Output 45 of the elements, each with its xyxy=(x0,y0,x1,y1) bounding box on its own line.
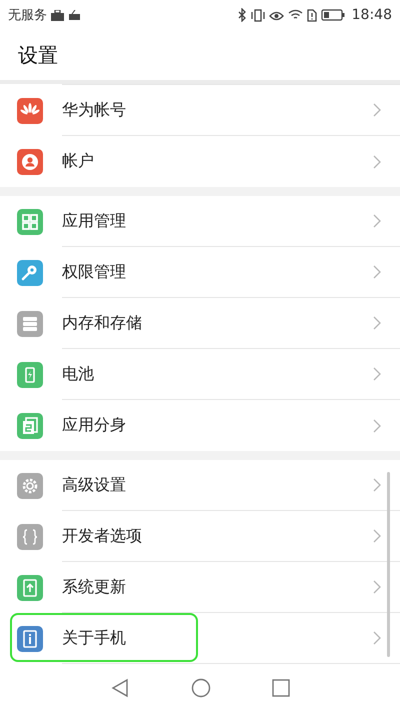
storage-icon xyxy=(17,310,43,336)
bluetooth-icon xyxy=(236,8,247,22)
sim-icon xyxy=(306,8,317,22)
carrier-text: 无服务 xyxy=(8,7,47,24)
chevron-icon xyxy=(373,418,382,432)
briefcase-icon xyxy=(51,10,64,20)
back-icon[interactable] xyxy=(110,678,130,698)
chevron-icon xyxy=(373,214,382,228)
info-icon xyxy=(17,626,43,652)
page-title: 设置 xyxy=(18,42,58,68)
setting-label[interactable]: 开发者选项 xyxy=(62,526,373,546)
chevron-icon xyxy=(373,580,382,594)
vibrate-icon xyxy=(250,8,265,22)
home-icon[interactable] xyxy=(190,678,211,698)
chevron-icon xyxy=(373,265,382,279)
gear-icon xyxy=(17,472,43,498)
petals-icon xyxy=(17,98,43,124)
chevron-icon xyxy=(373,154,382,168)
grid-icon xyxy=(17,208,43,234)
setting-label[interactable]: 电池 xyxy=(62,364,373,384)
chevron-icon xyxy=(373,529,382,543)
chevron-icon xyxy=(373,367,382,381)
phone-upload-icon xyxy=(17,574,43,600)
setting-label[interactable]: 权限管理 xyxy=(62,262,373,282)
clock-text: 18:48 xyxy=(352,7,392,23)
setting-label[interactable]: 高级设置 xyxy=(62,474,373,496)
chevron-icon xyxy=(373,631,382,645)
braces-icon xyxy=(17,524,43,550)
setting-label[interactable]: 帐户 xyxy=(62,151,373,172)
key-icon xyxy=(17,260,43,286)
pages-icon xyxy=(17,412,43,438)
chevron-icon xyxy=(373,478,382,492)
chevron-icon xyxy=(373,316,382,330)
battery-status-icon xyxy=(320,9,345,21)
setting-label[interactable]: 应用分身 xyxy=(62,415,373,436)
chevron-icon xyxy=(373,103,382,117)
setting-label[interactable]: 华为帐号 xyxy=(62,100,373,120)
recents-icon[interactable] xyxy=(272,678,290,696)
setting-label[interactable]: 应用管理 xyxy=(62,210,373,232)
wifi-icon xyxy=(288,9,303,21)
setting-label[interactable]: 内存和存储 xyxy=(62,312,373,334)
person-icon xyxy=(17,148,43,174)
setting-label[interactable]: 系统更新 xyxy=(62,576,373,598)
setting-label[interactable]: 关于手机 xyxy=(62,628,373,648)
battery-icon xyxy=(17,362,43,388)
